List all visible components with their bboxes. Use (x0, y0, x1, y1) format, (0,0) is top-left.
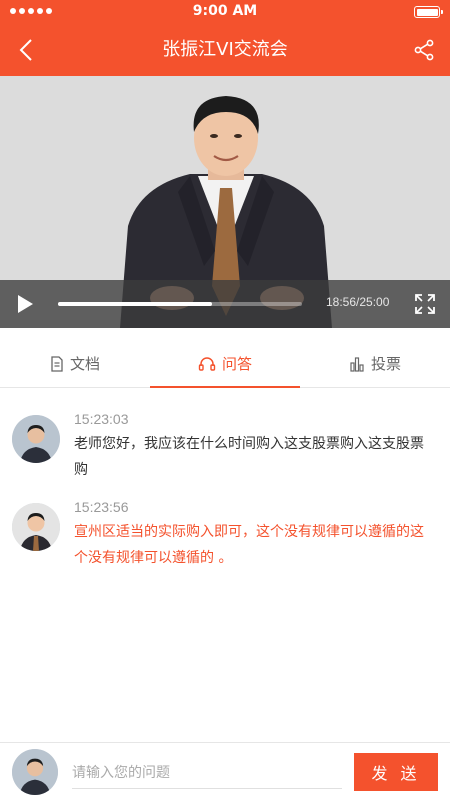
bar-chart-icon (350, 356, 364, 372)
tab-vote-label: 投票 (370, 355, 401, 373)
status-bar: 9:00 AM (0, 0, 450, 24)
video-controls: 18:56/25:00 (0, 280, 450, 328)
share-icon (414, 39, 434, 61)
tab-qa[interactable]: 问答 (150, 340, 300, 388)
tab-bar: 文档 问答 投票 (0, 340, 450, 388)
share-button[interactable] (404, 30, 444, 70)
headset-icon (198, 356, 216, 371)
message-text: 宣州区适当的实际购入即可，这个没有规律可以遵循的这个没有规律可以遵循的 。 (74, 524, 424, 566)
header: 9:00 AM 张振江VI交流会 (0, 0, 450, 76)
status-time: 9:00 AM (192, 3, 258, 19)
tab-vote[interactable]: 投票 (300, 340, 450, 387)
message-time: 15:23:56 (74, 499, 129, 515)
page-title: 张振江VI交流会 (162, 39, 288, 60)
progress-fill (58, 302, 212, 306)
play-icon (18, 295, 33, 313)
back-button[interactable] (6, 30, 46, 70)
chevron-left-icon (19, 39, 32, 61)
battery-icon (414, 6, 443, 18)
qa-list: 15:23:03 老师您好，我应该在什么时间购入这支股票购入这支股票购 15:2… (0, 389, 450, 739)
message-time: 15:23:03 (74, 411, 129, 427)
send-button[interactable]: 发 送 (354, 753, 438, 791)
tab-documents-label: 文档 (69, 355, 100, 373)
tab-qa-label: 问答 (221, 355, 252, 373)
avatar (12, 415, 60, 463)
video-time: 18:56/25:00 (326, 295, 390, 309)
message-text: 老师您好，我应该在什么时间购入这支股票购入这支股票购 (74, 436, 424, 478)
nav-bar: 张振江VI交流会 (0, 24, 450, 76)
play-button[interactable] (12, 292, 38, 316)
question-input-bar: 发 送 (0, 742, 450, 800)
tab-documents[interactable]: 文档 (0, 340, 150, 387)
fullscreen-icon[interactable] (414, 293, 436, 315)
video-player[interactable]: 18:56/25:00 (0, 76, 450, 328)
progress-bar[interactable] (58, 302, 302, 306)
avatar (12, 503, 60, 551)
document-icon (51, 355, 63, 372)
avatar (12, 749, 58, 795)
question-input[interactable] (72, 757, 342, 789)
